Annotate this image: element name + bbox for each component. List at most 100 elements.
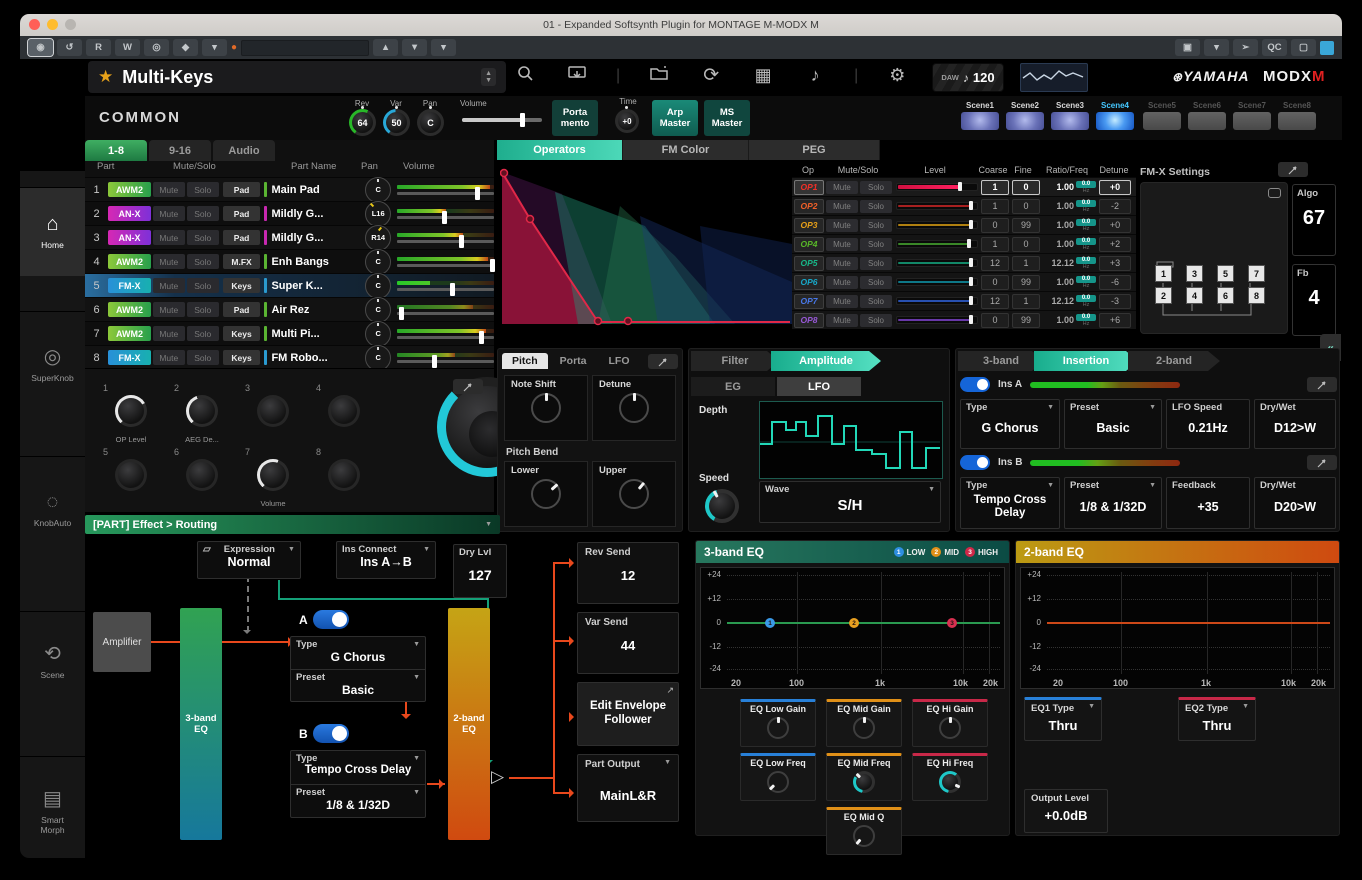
eq3-graph[interactable]: +24 +12 0 -12 -24 1 2 3 20 100 1k 10k 20… <box>700 567 1005 689</box>
op-level-slider[interactable] <box>896 278 978 286</box>
scene4-button[interactable]: Scene4 <box>1095 101 1135 130</box>
sidebar-item-home[interactable]: ⌂ Home <box>20 187 85 276</box>
tab-filter[interactable]: Filter <box>691 351 779 371</box>
pan-knob[interactable]: C <box>365 273 391 299</box>
detune-knob[interactable]: Detune <box>592 375 676 441</box>
op-coarse[interactable]: 0 <box>981 218 1009 233</box>
ins-a-routing-toggle[interactable]: A <box>299 610 349 629</box>
ins-b-type[interactable]: Type▼ Tempo Cross Delay <box>960 477 1060 529</box>
speed-knob[interactable] <box>705 489 739 523</box>
search-icon[interactable] <box>512 65 538 87</box>
tab-amplitude[interactable]: Amplitude <box>771 351 881 371</box>
mute-button[interactable]: Mute <box>153 350 185 365</box>
sidebar-item-superknob[interactable]: ◎ SuperKnob <box>20 311 85 417</box>
op-level-slider[interactable] <box>896 183 978 191</box>
ins-a-preset[interactable]: Preset▼ Basic <box>1064 399 1162 449</box>
assign-knob-5[interactable]: 5 <box>115 459 147 491</box>
write-automation-button[interactable]: W <box>115 39 140 56</box>
solo-button[interactable]: Solo <box>187 302 219 317</box>
volume-slider[interactable] <box>397 185 494 195</box>
table-row[interactable]: 8 FM-X Mute Solo Keys FM Robo... C <box>85 345 494 369</box>
eq1-type-select[interactable]: EQ1 Type▼ Thru <box>1024 697 1102 741</box>
eq-mid-q-knob[interactable]: EQ Mid Q <box>826 807 902 855</box>
operator-row[interactable]: OP5 Mute Solo 12 1 12.12 0.0Hz +3 <box>792 253 1136 272</box>
favorite-star-icon[interactable]: ★ <box>98 67 113 87</box>
assign-knob-2[interactable]: 2 <box>186 395 218 427</box>
eq-hi-freq-knob[interactable]: EQ Hi Freq <box>912 753 988 801</box>
next-button[interactable]: ▼ <box>402 39 427 56</box>
op-level-slider[interactable] <box>896 202 978 210</box>
eq-mid-gain-knob[interactable]: EQ Mid Gain <box>826 699 902 747</box>
eq-low-freq-knob[interactable]: EQ Low Freq <box>740 753 816 801</box>
op-level-slider[interactable] <box>896 316 978 324</box>
assign-knob-6[interactable]: 6 <box>186 459 218 491</box>
assign-knob-8[interactable]: 8 <box>328 459 360 491</box>
volume-slider[interactable] <box>397 209 494 219</box>
eq2-block[interactable]: 2-band EQ <box>448 608 490 840</box>
table-row[interactable]: 7 AWM2 Mute Solo Keys Multi Pi... C <box>85 321 494 345</box>
op-detune[interactable]: +0 <box>1099 180 1131 195</box>
tab-3band[interactable]: 3-band <box>958 351 1044 371</box>
tab-2band[interactable]: 2-band <box>1128 351 1220 371</box>
keyboard-grid-icon[interactable]: ▦ <box>750 65 776 86</box>
op-detune[interactable]: +2 <box>1099 237 1131 252</box>
part-name[interactable]: Super K... <box>264 278 363 293</box>
op-detune[interactable]: -6 <box>1099 275 1131 290</box>
pan-knob[interactable]: C <box>365 345 391 371</box>
op-fine[interactable]: 99 <box>1012 313 1040 328</box>
op-coarse[interactable]: 1 <box>981 199 1009 214</box>
part-name[interactable]: Multi Pi... <box>264 326 363 341</box>
waveform-monitor[interactable] <box>1020 63 1088 92</box>
op-ratio[interactable]: 1.00 <box>1040 220 1074 230</box>
color-swatch[interactable] <box>1320 41 1334 55</box>
category-button[interactable]: Pad <box>223 182 261 197</box>
ins-a-edit-button[interactable] <box>1307 377 1337 392</box>
rev-send-box[interactable]: Rev Send 12 <box>577 542 679 604</box>
ins-connect-select[interactable]: Ins Connect▼ Ins A→B <box>336 541 436 579</box>
tab-fm-color[interactable]: FM Color <box>623 140 749 160</box>
dry-level-box[interactable]: Dry Lvl 127 <box>453 544 507 598</box>
note-shift-knob[interactable]: Note Shift <box>504 375 588 441</box>
eq3-block[interactable]: 3-band EQ <box>180 608 222 840</box>
tab-audio[interactable]: Audio <box>213 140 275 161</box>
op-fine[interactable]: 0 <box>1012 180 1040 195</box>
eq2-type-select[interactable]: EQ2 Type▼ Thru <box>1178 697 1256 741</box>
pan-knob[interactable]: C <box>365 321 391 347</box>
operator-row[interactable]: OP4 Mute Solo 1 0 1.00 0.0Hz +2 <box>792 234 1136 253</box>
op-fine[interactable]: 99 <box>1012 275 1040 290</box>
zoom-button[interactable] <box>65 19 76 30</box>
op-level-slider[interactable] <box>896 297 978 305</box>
op-solo-button[interactable]: Solo <box>860 181 892 194</box>
op-level-slider[interactable] <box>896 240 978 248</box>
op-mute-button[interactable]: Mute <box>826 238 858 251</box>
op-solo-button[interactable]: Solo <box>860 200 892 213</box>
quick-audition-icon[interactable]: ♪ <box>802 65 828 86</box>
part-name[interactable]: Main Pad <box>264 182 363 197</box>
ins-a-toggle[interactable] <box>960 377 990 392</box>
tab-peg[interactable]: PEG <box>749 140 880 160</box>
routing-b-preset[interactable]: Preset▼ 1/8 & 1/32D <box>290 784 426 818</box>
algo-value-box[interactable]: Algo67 <box>1292 184 1336 256</box>
op-fine[interactable]: 1 <box>1012 256 1040 271</box>
operator-row[interactable]: OP1 Mute Solo 1 0 1.00 0.0Hz +0 <box>792 177 1136 196</box>
snapshot-button[interactable]: ▣ <box>1175 39 1200 56</box>
op-fine[interactable]: 1 <box>1012 294 1040 309</box>
ins-b-edit-button[interactable] <box>1307 455 1337 470</box>
edit-envelope-follower-button[interactable]: ↗ Edit Envelope Follower <box>577 682 679 746</box>
pan-knob[interactable]: C <box>365 249 391 275</box>
eq2-graph[interactable]: +24 +12 0 -12 -24 20 100 1k 10k 20k <box>1020 567 1335 689</box>
solo-button[interactable]: Solo <box>187 326 219 341</box>
op-coarse[interactable]: 12 <box>981 294 1009 309</box>
scene3-button[interactable]: Scene3 <box>1050 101 1090 130</box>
category-button[interactable]: Keys <box>223 326 261 341</box>
pan-knob[interactable]: L16 <box>365 201 391 227</box>
mute-button[interactable]: Mute <box>153 302 185 317</box>
routing-a-type[interactable]: Type▼ G Chorus <box>290 636 426 669</box>
tab-lfo[interactable]: LFO <box>777 377 861 396</box>
op-mute-button[interactable]: Mute <box>826 200 858 213</box>
qc-button[interactable]: QC <box>1262 39 1287 56</box>
knob-edit-button[interactable] <box>453 379 483 394</box>
ins-b-feedback[interactable]: Feedback +35 <box>1166 477 1250 529</box>
lock-button[interactable]: ▢ <box>1291 39 1316 56</box>
routing-b-type[interactable]: Type▼ Tempo Cross Delay <box>290 750 426 784</box>
